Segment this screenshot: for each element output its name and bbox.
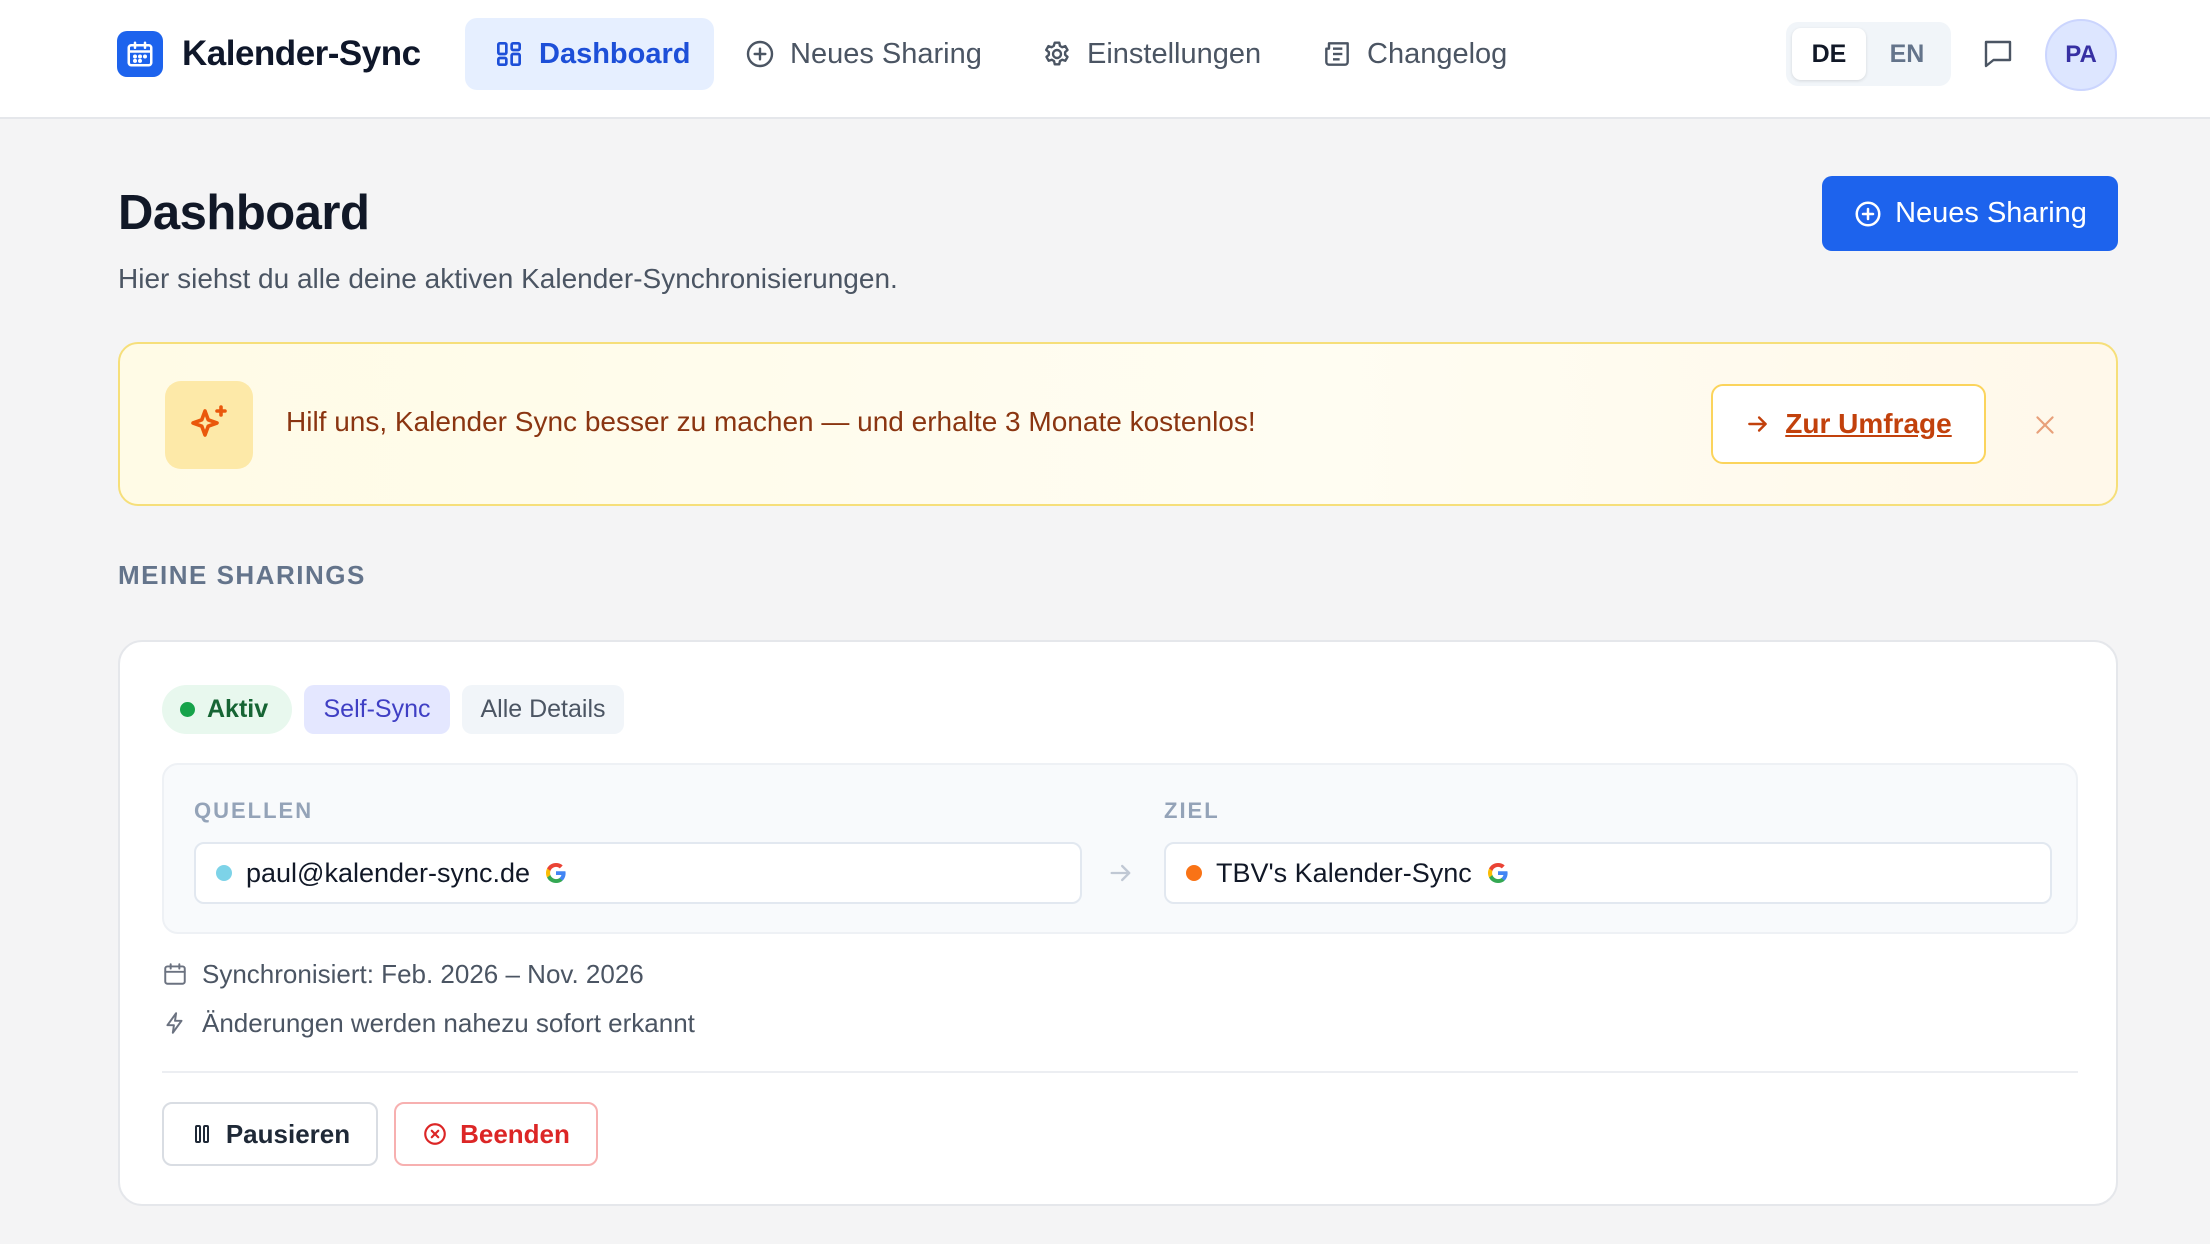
survey-link-label: Zur Umfrage [1785, 408, 1952, 439]
close-icon[interactable] [2030, 410, 2060, 440]
card-divider [162, 1071, 2078, 1073]
pause-button[interactable]: Pausieren [162, 1102, 378, 1166]
survey-link-button[interactable]: Zur Umfrage [1711, 384, 1986, 464]
plus-circle-icon [744, 38, 776, 70]
gear-icon [1041, 38, 1073, 70]
details-button[interactable]: Alle Details [462, 685, 624, 734]
source-calendar: paul@kalender-sync.de [194, 842, 1082, 904]
lightning-icon [162, 1010, 188, 1036]
sync-range-text: Synchronisiert: Feb. 2026 – Nov. 2026 [202, 958, 644, 989]
calendar-logo-icon [117, 31, 163, 77]
target-calendar: TBV's Kalender-Sync [1164, 842, 2052, 904]
sources-label: QUELLEN [194, 798, 314, 823]
pause-icon [190, 1122, 214, 1146]
new-sharing-button[interactable]: Neues Sharing [1822, 176, 2118, 251]
banner-text: Hilf uns, Kalender Sync besser zu machen… [286, 406, 1256, 437]
lang-de-button[interactable]: DE [1792, 28, 1866, 80]
nav-dashboard[interactable]: Dashboard [465, 18, 714, 90]
target-label: ZIEL [1164, 798, 1220, 823]
app-title[interactable]: Kalender-Sync [182, 30, 421, 78]
section-label-meine-sharings: MEINE SHARINGS [118, 560, 366, 590]
newspaper-icon [1321, 38, 1353, 70]
nav-changelog[interactable]: Changelog [1321, 18, 1507, 90]
sharing-card: Aktiv Self-Sync Alle Details QUELLEN ZIE… [118, 640, 2118, 1206]
new-sharing-button-label: Neues Sharing [1895, 197, 2087, 229]
nav-einstellungen[interactable]: Einstellungen [1041, 18, 1261, 90]
google-icon [1486, 861, 1510, 885]
top-navigation-bar: Kalender-Sync Dashboard Neues Sharing Ei… [0, 0, 2210, 119]
arrow-right-icon [1107, 859, 1135, 887]
type-badge: Self-Sync [304, 685, 450, 734]
google-icon [544, 861, 568, 885]
language-switcher: DE EN [1786, 22, 1951, 86]
page-title: Dashboard [118, 186, 370, 240]
nav-neues-sharing-label: Neues Sharing [790, 37, 982, 70]
nav-einstellungen-label: Einstellungen [1087, 37, 1262, 70]
pause-button-label: Pausieren [225, 1118, 351, 1149]
status-dot-icon [180, 702, 195, 717]
target-calendar-name: TBV's Kalender-Sync [1216, 857, 1472, 888]
sparkles-icon [165, 381, 253, 469]
nav-dashboard-label: Dashboard [539, 37, 691, 70]
change-detection-row: Änderungen werden nahezu sofort erkannt [162, 1005, 695, 1041]
calendar-color-dot [1186, 865, 1202, 881]
plus-circle-icon [1853, 199, 1883, 229]
calendar-color-dot [216, 865, 232, 881]
change-detection-text: Änderungen werden nahezu sofort erkannt [202, 1007, 695, 1038]
feedback-chat-icon[interactable] [1977, 33, 2019, 75]
end-button[interactable]: Beenden [394, 1102, 598, 1166]
nav-neues-sharing[interactable]: Neues Sharing [744, 18, 982, 90]
source-calendar-name: paul@kalender-sync.de [246, 857, 531, 888]
nav-changelog-label: Changelog [1367, 37, 1508, 70]
calendar-icon [162, 961, 188, 987]
x-circle-icon [422, 1121, 448, 1147]
end-button-label: Beenden [460, 1118, 570, 1149]
sync-overview: QUELLEN ZIEL paul@kalender-sync.de TBV's… [162, 763, 2078, 934]
sync-range-row: Synchronisiert: Feb. 2026 – Nov. 2026 [162, 956, 644, 992]
dashboard-grid-icon [493, 38, 525, 70]
avatar[interactable]: PA [2045, 19, 2117, 91]
status-badge: Aktiv [162, 685, 292, 734]
arrow-right-icon [1745, 411, 1771, 437]
survey-banner: Hilf uns, Kalender Sync besser zu machen… [118, 342, 2118, 506]
page-subtitle: Hier siehst du alle deine aktiven Kalend… [118, 263, 898, 294]
lang-en-button[interactable]: EN [1870, 28, 1944, 80]
status-badge-label: Aktiv [207, 695, 269, 723]
